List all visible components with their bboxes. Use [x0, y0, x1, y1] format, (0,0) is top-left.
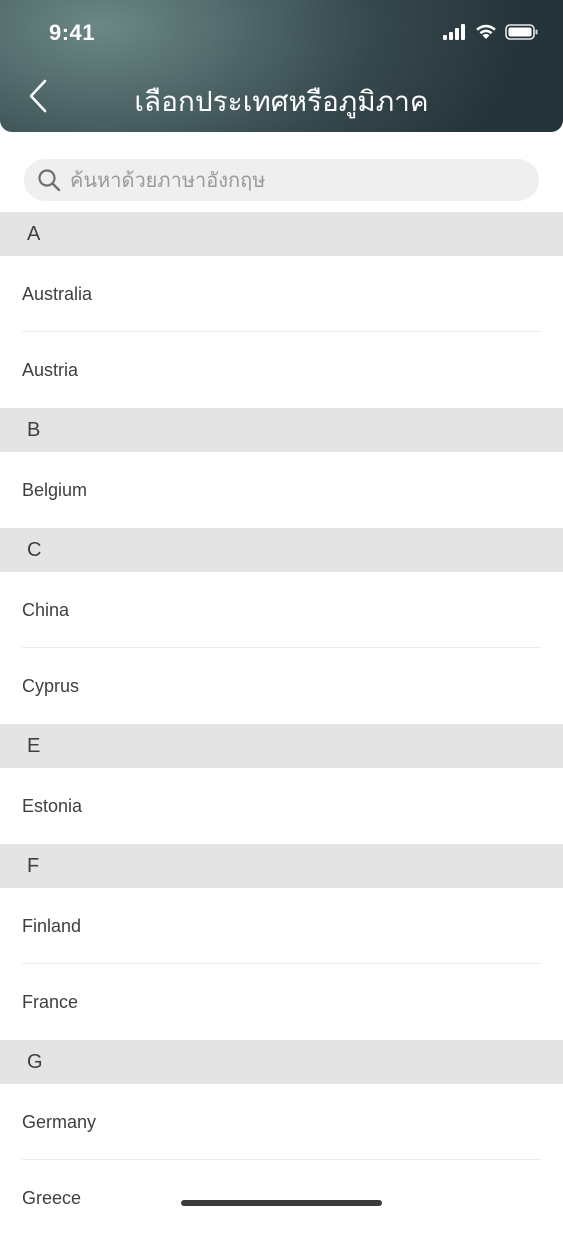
country-row-belgium[interactable]: Belgium: [0, 452, 563, 528]
section-header-b: B: [0, 408, 563, 452]
country-row-cyprus[interactable]: Cyprus: [0, 648, 563, 724]
search-icon: [36, 167, 62, 193]
country-row-germany[interactable]: Germany: [0, 1084, 563, 1160]
page-title: เลือกประเทศหรือภูมิภาค: [134, 85, 429, 118]
country-row-france[interactable]: France: [0, 964, 563, 1040]
app-header: 9:41 เลือกประเทศหรือภูมิภาค: [0, 0, 563, 132]
section-header-c: C: [0, 528, 563, 572]
country-row-china[interactable]: China: [0, 572, 563, 648]
country-row-austria[interactable]: Austria: [0, 332, 563, 408]
country-row-finland[interactable]: Finland: [0, 888, 563, 964]
search-input[interactable]: [68, 167, 512, 193]
country-row-australia[interactable]: Australia: [0, 256, 563, 332]
country-row-greece[interactable]: Greece: [0, 1160, 563, 1236]
section-header-f: F: [0, 844, 563, 888]
section-header-g: G: [0, 1040, 563, 1084]
signal-icon: [443, 23, 467, 45]
status-icons: [443, 23, 539, 45]
search-bar[interactable]: [24, 159, 539, 201]
wifi-icon: [475, 23, 497, 45]
home-indicator[interactable]: [181, 1200, 382, 1206]
country-row-estonia[interactable]: Estonia: [0, 768, 563, 844]
section-header-e: E: [0, 724, 563, 768]
battery-icon: [505, 23, 539, 45]
section-header-a: A: [0, 212, 563, 256]
status-time: 9:41: [49, 20, 96, 45]
country-list: A Australia Austria B Belgium C China Cy…: [0, 212, 563, 1236]
